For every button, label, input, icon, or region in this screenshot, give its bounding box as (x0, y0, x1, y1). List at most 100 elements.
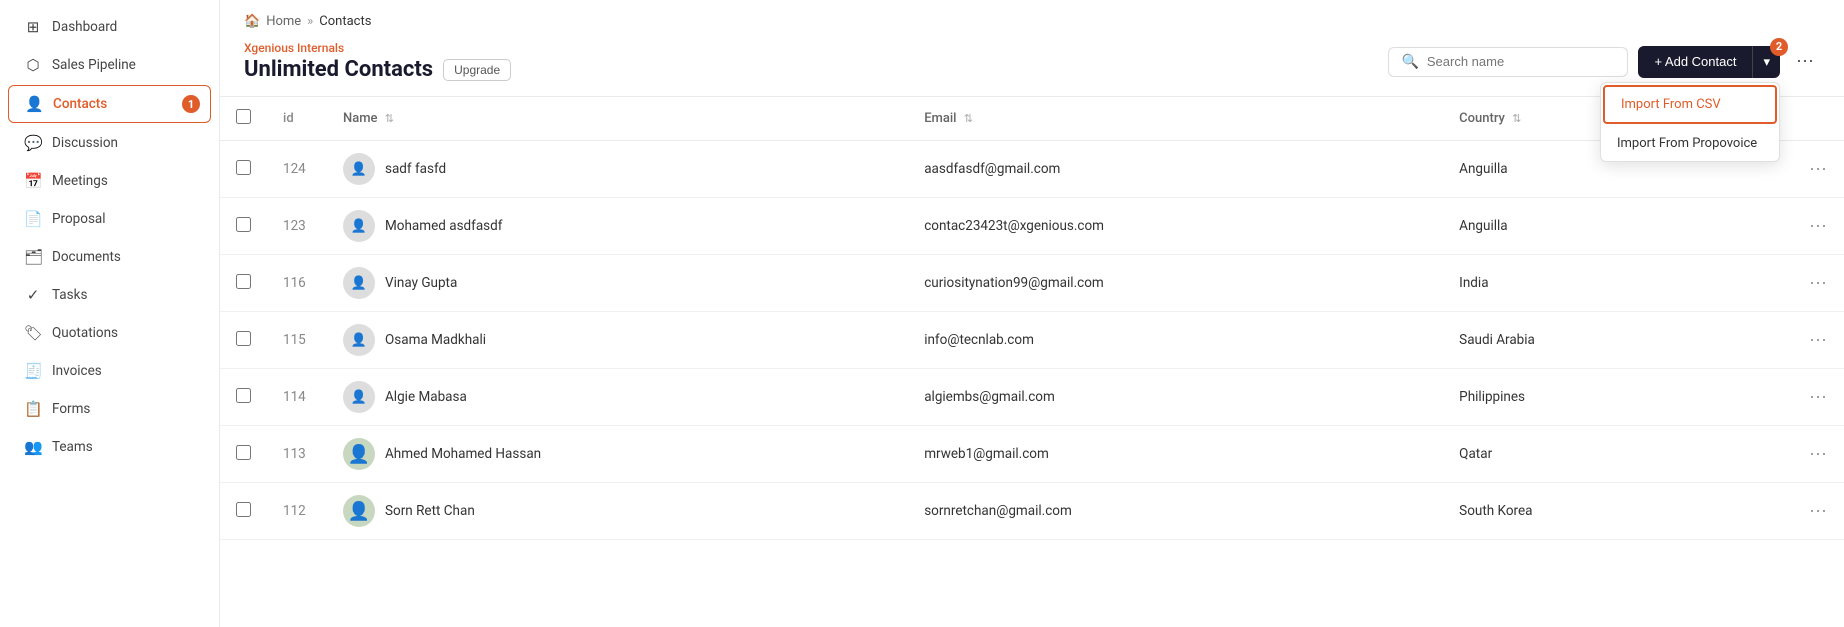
sidebar-label-teams: Teams (52, 439, 93, 455)
breadcrumb-home[interactable]: Home (266, 14, 301, 29)
row-id-112: 112 (267, 483, 327, 540)
row-checkbox-112[interactable] (236, 502, 251, 517)
row-email-113[interactable]: mrweb1@gmail.com (908, 426, 1443, 483)
row-id-124: 124 (267, 141, 327, 198)
sidebar-label-tasks: Tasks (52, 287, 87, 303)
avatar: 👤 (343, 495, 375, 527)
avatar: 👤 (343, 381, 375, 413)
row-actions-123[interactable]: ⋯ (1715, 198, 1844, 255)
sidebar-item-teams[interactable]: 👥 Teams (8, 429, 211, 465)
sidebar-label-contacts: Contacts (53, 96, 107, 112)
sidebar-label-proposal: Proposal (52, 211, 106, 227)
contacts-icon: 👤 (25, 95, 43, 113)
row-email-123[interactable]: contac23423t@xgenious.com (908, 198, 1443, 255)
notification-badge: 2 (1770, 38, 1788, 56)
row-name-115[interactable]: Osama Madkhali (385, 332, 486, 348)
row-checkbox-113[interactable] (236, 445, 251, 460)
table-row: 112 👤 Sorn Rett Chan sornretchan@gmail.c… (220, 483, 1844, 540)
dropdown-item-1[interactable]: Import From Propovoice (1601, 126, 1779, 161)
discussion-icon: 💬 (24, 134, 42, 152)
row-checkbox-123[interactable] (236, 217, 251, 232)
sidebar-item-sales-pipeline[interactable]: ⬡ Sales Pipeline (8, 47, 211, 83)
sidebar-item-quotations[interactable]: 🏷 Quotations (8, 315, 211, 351)
row-id-115: 115 (267, 312, 327, 369)
avatar: 👤 (343, 438, 375, 470)
sidebar-item-tasks[interactable]: ✓ Tasks (8, 277, 211, 313)
header-actions: 🔍 + Add Contact ▾ 2 Import From CSVImpor… (1388, 46, 1820, 78)
page-header: Xgenious Internals Unlimited Contacts Up… (220, 35, 1844, 97)
avatar: 👤 (343, 153, 375, 185)
table-row: 115 👤 Osama Madkhali info@tecnlab.com Sa… (220, 312, 1844, 369)
avatar: 👤 (343, 324, 375, 356)
sidebar-label-sales-pipeline: Sales Pipeline (52, 57, 136, 73)
sidebar-item-invoices[interactable]: 🧾 Invoices (8, 353, 211, 389)
search-input[interactable] (1427, 54, 1616, 69)
sidebar-label-invoices: Invoices (52, 363, 102, 379)
sidebar-item-proposal[interactable]: 📄 Proposal (8, 201, 211, 237)
row-actions-112[interactable]: ⋯ (1715, 483, 1844, 540)
row-name-114[interactable]: Algie Mabasa (385, 389, 467, 405)
select-all-checkbox[interactable] (236, 109, 251, 124)
avatar: 👤 (343, 267, 375, 299)
row-id-113: 113 (267, 426, 327, 483)
import-dropdown-menu: Import From CSVImport From Propovoice (1600, 82, 1780, 162)
row-checkbox-115[interactable] (236, 331, 251, 346)
row-name-112[interactable]: Sorn Rett Chan (385, 503, 475, 519)
row-actions-115[interactable]: ⋯ (1715, 312, 1844, 369)
row-name-123[interactable]: Mohamed asdfasdf (385, 218, 502, 234)
col-name[interactable]: Name ⇅ (327, 97, 908, 141)
row-name-116[interactable]: Vinay Gupta (385, 275, 457, 291)
row-name-113[interactable]: Ahmed Mohamed Hassan (385, 446, 541, 462)
upgrade-button[interactable]: Upgrade (443, 59, 511, 81)
add-contact-group: + Add Contact ▾ 2 Import From CSVImport … (1638, 46, 1780, 78)
row-email-124[interactable]: aasdfasdf@gmail.com (908, 141, 1443, 198)
sidebar-label-forms: Forms (52, 401, 90, 417)
row-email-112[interactable]: sornretchan@gmail.com (908, 483, 1443, 540)
sidebar: ⊞ Dashboard ⬡ Sales Pipeline 👤 Contacts … (0, 0, 220, 627)
row-email-115[interactable]: info@tecnlab.com (908, 312, 1443, 369)
sidebar-item-discussion[interactable]: 💬 Discussion (8, 125, 211, 161)
row-country-123: Anguilla (1443, 198, 1715, 255)
row-id-114: 114 (267, 369, 327, 426)
sidebar-item-documents[interactable]: 🗂 Documents (8, 239, 211, 275)
table-body: 124 👤 sadf fasfd aasdfasdf@gmail.com Ang… (220, 141, 1844, 540)
row-actions-116[interactable]: ⋯ (1715, 255, 1844, 312)
select-all-header (220, 97, 267, 141)
sidebar-item-dashboard[interactable]: ⊞ Dashboard (8, 9, 211, 45)
teams-icon: 👥 (24, 438, 42, 456)
dropdown-item-0[interactable]: Import From CSV (1603, 85, 1777, 124)
row-email-116[interactable]: curiositynation99@gmail.com (908, 255, 1443, 312)
contacts-table-container: id Name ⇅ Email ⇅ Country ⇅ 124 👤 sadf f… (220, 97, 1844, 627)
row-checkbox-cell (220, 426, 267, 483)
row-name-cell-112: 👤 Sorn Rett Chan (327, 483, 908, 540)
row-checkbox-cell (220, 255, 267, 312)
row-email-114[interactable]: algiembs@gmail.com (908, 369, 1443, 426)
meetings-icon: 📅 (24, 172, 42, 190)
add-contact-button[interactable]: + Add Contact (1638, 46, 1752, 78)
sidebar-item-forms[interactable]: 📋 Forms (8, 391, 211, 427)
row-checkbox-114[interactable] (236, 388, 251, 403)
avatar: 👤 (343, 210, 375, 242)
col-email[interactable]: Email ⇅ (908, 97, 1443, 141)
breadcrumb: 🏠 Home » Contacts (220, 0, 1844, 35)
page-title-group: Xgenious Internals Unlimited Contacts Up… (244, 41, 1372, 82)
row-actions-113[interactable]: ⋯ (1715, 426, 1844, 483)
row-name-124[interactable]: sadf fasfd (385, 161, 446, 177)
table-row: 116 👤 Vinay Gupta curiositynation99@gmai… (220, 255, 1844, 312)
invoices-icon: 🧾 (24, 362, 42, 380)
row-checkbox-116[interactable] (236, 274, 251, 289)
row-checkbox-124[interactable] (236, 160, 251, 175)
row-name-cell-115: 👤 Osama Madkhali (327, 312, 908, 369)
dashboard-icon: ⊞ (24, 18, 42, 36)
sidebar-item-meetings[interactable]: 📅 Meetings (8, 163, 211, 199)
table-row: 123 👤 Mohamed asdfasdf contac23423t@xgen… (220, 198, 1844, 255)
sidebar-label-discussion: Discussion (52, 135, 118, 151)
row-country-113: Qatar (1443, 426, 1715, 483)
more-options-button[interactable]: ⋯ (1790, 47, 1820, 76)
row-name-cell-113: 👤 Ahmed Mohamed Hassan (327, 426, 908, 483)
sidebar-label-meetings: Meetings (52, 173, 108, 189)
sidebar-item-contacts[interactable]: 👤 Contacts 1 (8, 85, 211, 123)
row-name-cell-123: 👤 Mohamed asdfasdf (327, 198, 908, 255)
row-actions-114[interactable]: ⋯ (1715, 369, 1844, 426)
col-id: id (267, 97, 327, 141)
